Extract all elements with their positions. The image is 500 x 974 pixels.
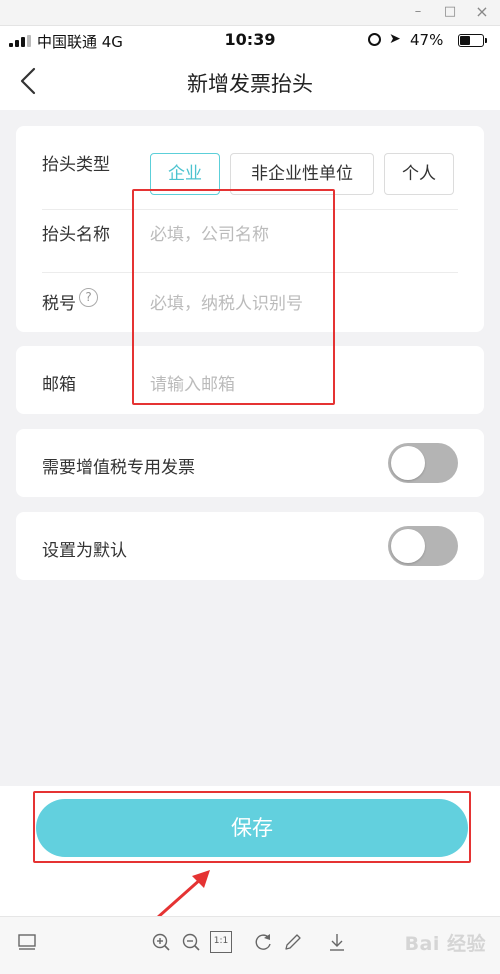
maximize-button[interactable]: □ [442,4,458,20]
status-right: ➤ 47% [368,31,490,49]
email-label: 邮箱 [42,375,76,395]
zoom-out-icon[interactable] [180,931,202,953]
location-icon: ➤ [389,31,401,47]
default-card: 设置为默认 [16,512,484,580]
header-name-label: 抬头名称 [42,225,110,245]
zoom-in-icon[interactable] [150,931,172,953]
download-icon[interactable] [326,931,348,953]
battery-percent: 47% [410,31,444,49]
watermark-logo: Bai 经验 [404,933,486,955]
viewer-toolbar: 1:1 Bai 经验 [0,916,500,974]
orientation-lock-icon [368,33,381,46]
header-type-label: 抬头类型 [42,155,110,175]
vat-card: 需要增值税专用发票 [16,429,484,497]
panel-icon[interactable] [16,931,38,953]
annotation-box-inputs [132,189,335,405]
page-title: 新增发票抬头 [187,72,313,96]
actual-size-icon[interactable]: 1:1 [210,931,232,953]
nav-bar: 新增发票抬头 [0,54,500,110]
help-icon[interactable]: ? [79,288,98,307]
form-area: 抬头类型 企业 非企业性单位 个人 抬头名称 必填，公司名称 税号 必填，纳税人… [0,110,500,786]
vat-special-toggle[interactable] [388,443,458,483]
vat-special-label: 需要增值税专用发票 [42,458,195,478]
save-bar: 保存 [0,786,500,916]
set-default-label: 设置为默认 [42,541,127,561]
type-option-personal[interactable]: 个人 [384,153,454,195]
status-bar: 中国联通 4G 10:39 ➤ 47% [0,26,500,54]
edit-icon[interactable] [282,931,304,953]
window-title-bar: – □ × [0,0,500,26]
minimize-button[interactable]: – [410,4,426,20]
annotation-box-save [33,791,471,863]
close-button[interactable]: × [474,4,490,20]
rotate-icon[interactable] [252,931,274,953]
battery-icon [458,34,487,47]
set-default-toggle[interactable] [388,526,458,566]
tax-id-label: 税号 [42,294,76,314]
